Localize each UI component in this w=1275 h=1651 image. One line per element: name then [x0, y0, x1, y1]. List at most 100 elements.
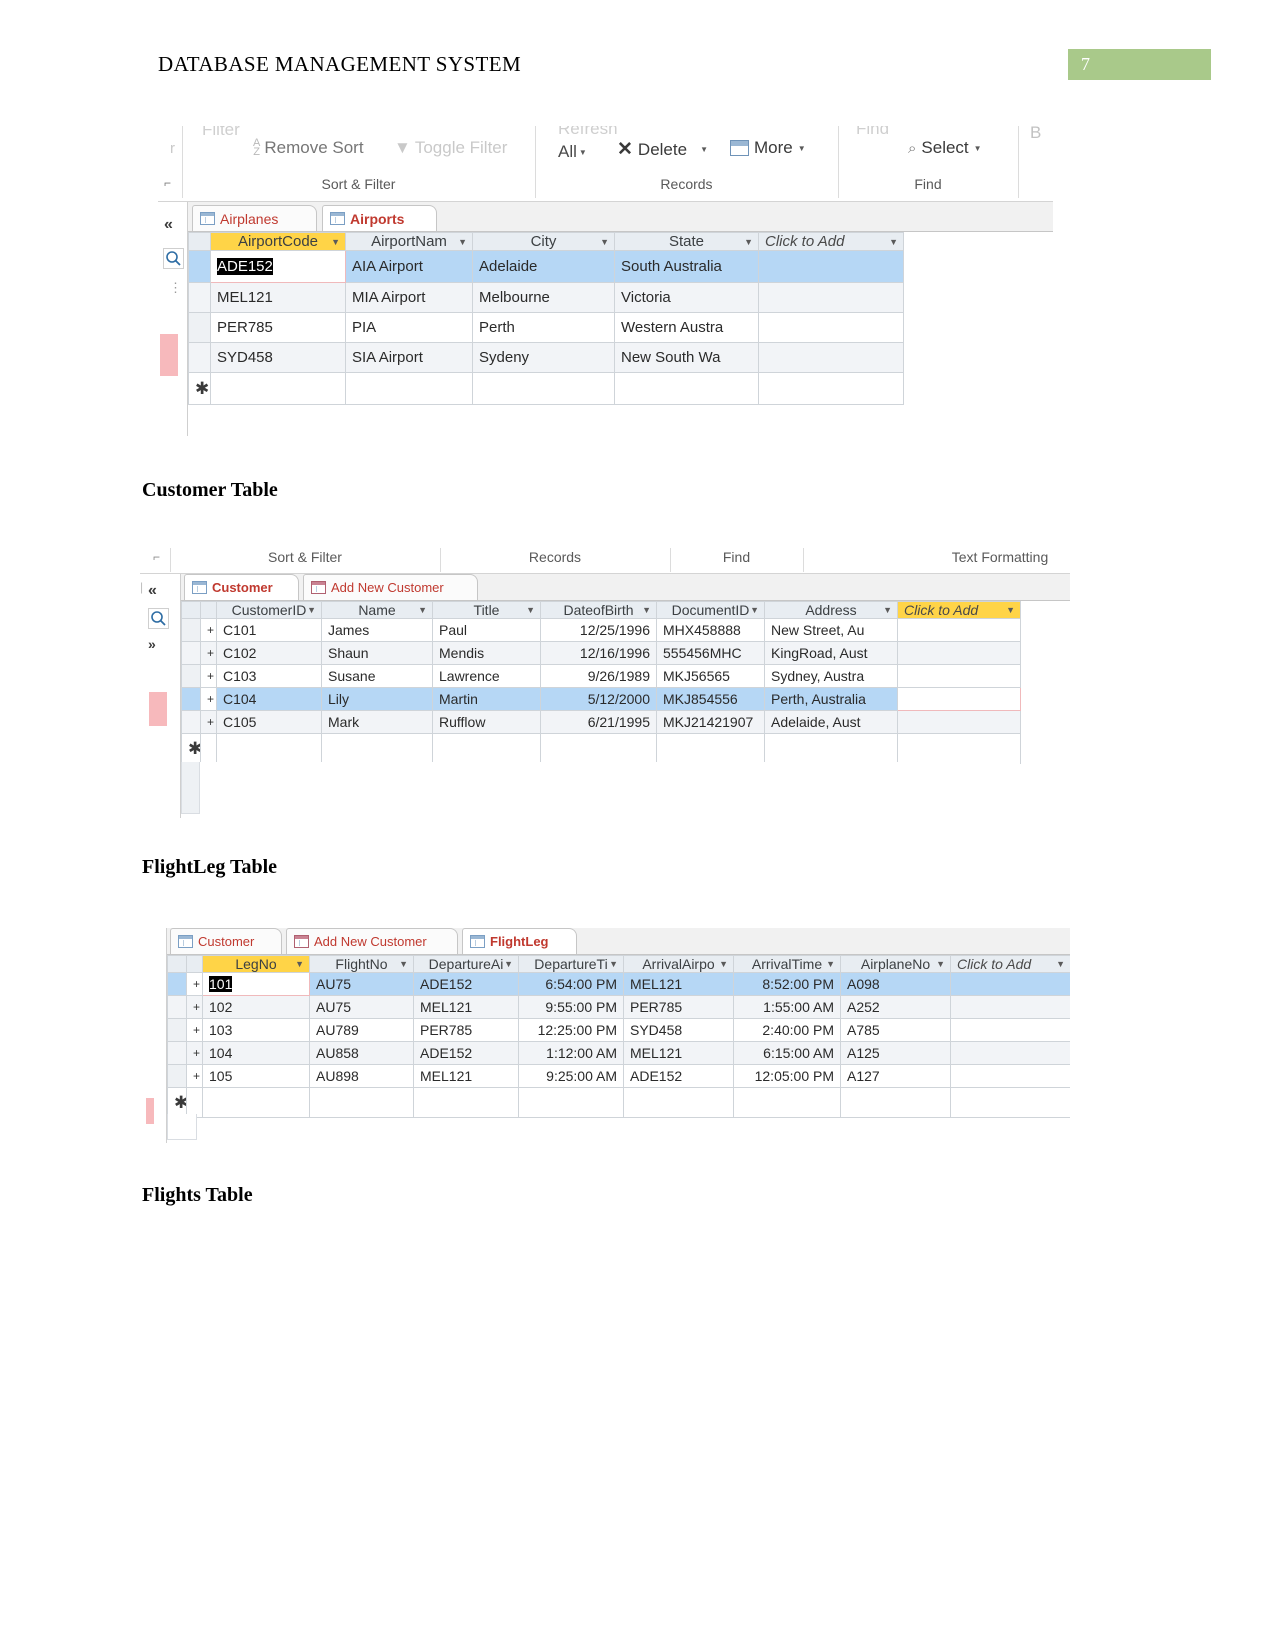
cell-flightno[interactable]: AU75 — [309, 995, 414, 1019]
cell-airplaneno[interactable]: A252 — [840, 995, 951, 1019]
column-header-address[interactable]: Address ▼ — [764, 601, 898, 619]
refresh-all-button[interactable]: All ▼ — [558, 142, 587, 162]
column-header-customerid[interactable]: CustomerID ▼ — [216, 601, 322, 619]
chevron-down-icon[interactable]: ▼ — [642, 605, 651, 615]
chevron-down-icon[interactable]: ▼ — [883, 605, 892, 615]
cell-departuretime[interactable]: 1:12:00 AM — [518, 1041, 624, 1065]
cell-address[interactable]: Perth, Australia — [764, 687, 898, 711]
cell-title[interactable] — [432, 733, 541, 764]
cell-legno[interactable]: 101 — [202, 972, 310, 996]
table-row[interactable]: + C104 Lily Martin 5/12/2000 MKJ854556 P… — [181, 687, 1021, 711]
cell-airportname[interactable]: PIA — [345, 312, 473, 343]
cell-title[interactable]: Martin — [432, 687, 541, 711]
cell-state[interactable]: Western Austra — [614, 312, 759, 343]
row-selector[interactable] — [188, 312, 211, 343]
cell-title[interactable]: Lawrence — [432, 664, 541, 688]
column-header-documentid[interactable]: DocumentID ▼ — [656, 601, 765, 619]
cell-departuretime[interactable] — [518, 1087, 624, 1118]
cell-legno[interactable]: 102 — [202, 995, 310, 1019]
column-header-state[interactable]: State ▼ — [614, 232, 759, 251]
cell-name[interactable]: Shaun — [321, 641, 433, 665]
cell-customerid[interactable] — [216, 733, 322, 764]
toggle-filter-button[interactable]: ▼ Toggle Filter — [394, 138, 507, 158]
new-record-row[interactable]: ✱ — [167, 1087, 1070, 1118]
dialog-launcher-icon[interactable]: ⌐ — [153, 550, 160, 564]
cell-arrivaltime[interactable]: 6:15:00 AM — [733, 1041, 841, 1065]
cell-departuretime[interactable]: 9:25:00 AM — [518, 1064, 624, 1088]
cell-add[interactable] — [897, 687, 1021, 711]
column-header-airportname[interactable]: AirportNam ▼ — [345, 232, 473, 251]
cell-customerid[interactable]: C103 — [216, 664, 322, 688]
cell-airportcode[interactable]: SYD458 — [210, 342, 346, 373]
cell-arrivalairport[interactable]: MEL121 — [623, 1041, 734, 1065]
cell-address[interactable]: New Street, Au — [764, 618, 898, 642]
new-record-marker[interactable]: ✱ — [181, 733, 201, 764]
cell-add[interactable] — [758, 342, 904, 373]
row-selector[interactable] — [188, 342, 211, 373]
expand-subdatasheet-button[interactable]: + — [186, 1064, 203, 1088]
select-button[interactable]: ⌕ Select ▼ — [908, 138, 982, 158]
chevron-down-icon[interactable]: ▼ — [295, 959, 304, 969]
customer-datasheet[interactable]: CustomerID ▼ Name ▼ Title ▼ DateofBirth … — [181, 601, 1021, 764]
cell-documentid[interactable] — [656, 733, 765, 764]
cell-dateofbirth[interactable]: 12/25/1996 — [540, 618, 657, 642]
tab-add-new-customer[interactable]: Add New Customer — [303, 574, 478, 600]
cell-flightno[interactable] — [309, 1087, 414, 1118]
cell-name[interactable]: Mark — [321, 710, 433, 734]
chevron-down-icon[interactable]: ▼ — [744, 237, 753, 247]
row-selector[interactable] — [181, 710, 201, 734]
cell-title[interactable]: Mendis — [432, 641, 541, 665]
row-selector[interactable] — [181, 641, 201, 665]
cell-departuretime[interactable]: 6:54:00 PM — [518, 972, 624, 996]
cell-add[interactable] — [950, 1087, 1070, 1118]
table-row[interactable]: + C105 Mark Rufflow 6/21/1995 MKJ2142190… — [181, 710, 1021, 734]
cell-address[interactable] — [764, 733, 898, 764]
new-record-marker[interactable]: ✱ — [167, 1087, 187, 1118]
table-row[interactable]: + 103 AU789 PER785 12:25:00 PM SYD458 2:… — [167, 1018, 1070, 1042]
cell-documentid[interactable]: MKJ854556 — [656, 687, 765, 711]
table-row[interactable]: + 104 AU858 ADE152 1:12:00 AM MEL121 6:1… — [167, 1041, 1070, 1065]
cell-add[interactable] — [950, 1018, 1070, 1042]
cell-legno[interactable]: 105 — [202, 1064, 310, 1088]
column-header-legno[interactable]: LegNo ▼ — [202, 955, 310, 973]
chevron-down-icon[interactable]: ▼ — [1006, 605, 1015, 615]
cell-customerid[interactable]: C105 — [216, 710, 322, 734]
cell-airportname[interactable]: SIA Airport — [345, 342, 473, 373]
cell-arrivaltime[interactable] — [733, 1087, 841, 1118]
chevron-down-icon[interactable]: ▼ — [458, 237, 467, 247]
row-selector[interactable] — [167, 1041, 187, 1065]
cell-city[interactable]: Adelaide — [472, 250, 615, 283]
cell-city[interactable]: Melbourne — [472, 282, 615, 313]
cell-airportcode[interactable]: MEL121 — [210, 282, 346, 313]
cell-state[interactable]: Victoria — [614, 282, 759, 313]
column-header-arrivalairport[interactable]: ArrivalAirpo ▼ — [623, 955, 734, 973]
cell-dateofbirth[interactable] — [540, 733, 657, 764]
cell-departureairport[interactable]: MEL121 — [413, 995, 519, 1019]
tab-airports[interactable]: Airports — [322, 205, 437, 231]
cell-departuretime[interactable]: 12:25:00 PM — [518, 1018, 624, 1042]
cell-arrivaltime[interactable]: 12:05:00 PM — [733, 1064, 841, 1088]
new-record-marker[interactable]: ✱ — [188, 372, 211, 405]
cell-flightno[interactable]: AU75 — [309, 972, 414, 996]
row-selector[interactable] — [181, 687, 201, 711]
collapse-nav-button[interactable]: « — [164, 216, 173, 234]
table-row[interactable]: + 101 AU75 ADE152 6:54:00 PM MEL121 8:52… — [167, 972, 1070, 996]
cell-state[interactable]: South Australia — [614, 250, 759, 283]
filter-button[interactable]: Filter — [202, 126, 240, 140]
table-row[interactable]: + C103 Susane Lawrence 9/26/1989 MKJ5656… — [181, 664, 1021, 688]
table-row[interactable]: + C102 Shaun Mendis 12/16/1996 555456MHC… — [181, 641, 1021, 665]
cell-flightno[interactable]: AU789 — [309, 1018, 414, 1042]
cell-add[interactable] — [897, 733, 1021, 764]
expand-nav-button[interactable]: » — [148, 636, 156, 652]
cell-name[interactable]: James — [321, 618, 433, 642]
flightleg-datasheet[interactable]: LegNo ▼ FlightNo ▼ DepartureAi ▼ Departu… — [167, 955, 1070, 1118]
cell-airportname[interactable]: MIA Airport — [345, 282, 473, 313]
cell-documentid[interactable]: MKJ21421907 — [656, 710, 765, 734]
cell-flightno[interactable]: AU858 — [309, 1041, 414, 1065]
cell-title[interactable]: Paul — [432, 618, 541, 642]
cell-address[interactable]: KingRoad, Aust — [764, 641, 898, 665]
chevron-down-icon[interactable]: ▼ — [889, 237, 898, 247]
remove-sort-button[interactable]: AZ Remove Sort — [253, 138, 364, 158]
cell-name[interactable]: Lily — [321, 687, 433, 711]
cell-legno[interactable]: 103 — [202, 1018, 310, 1042]
